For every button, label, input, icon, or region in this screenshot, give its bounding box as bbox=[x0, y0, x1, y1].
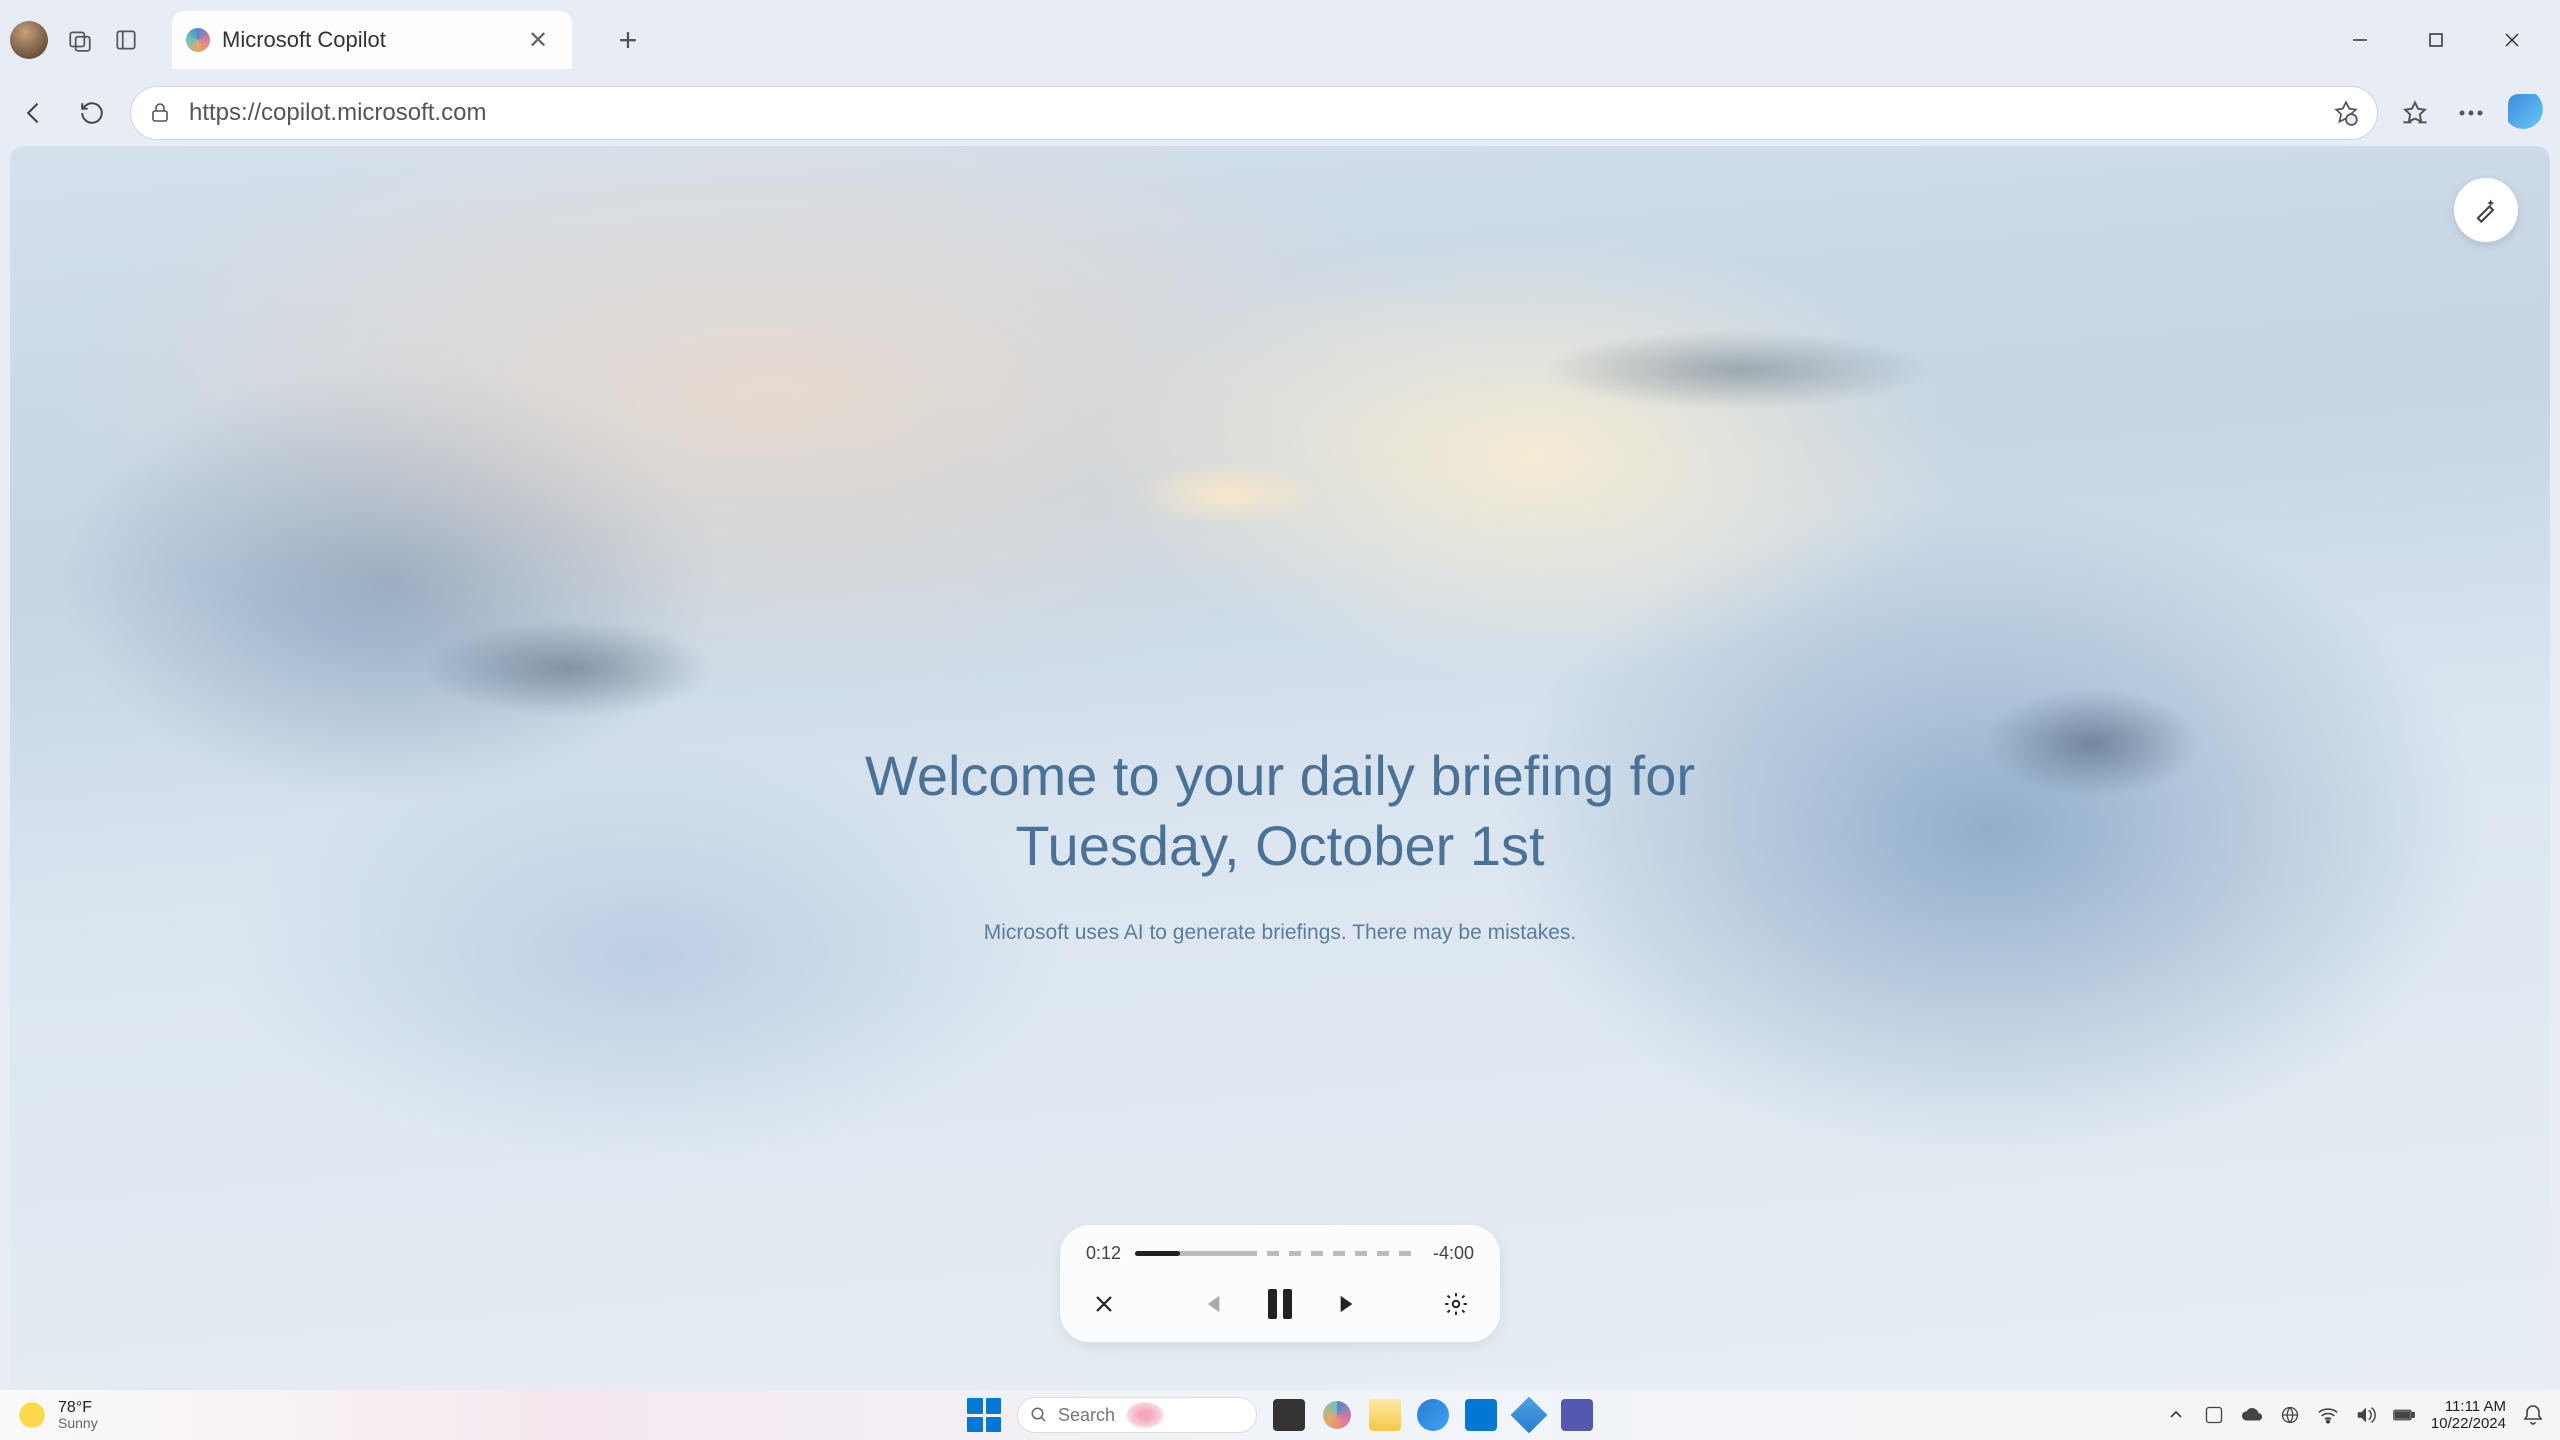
tray-app-icon[interactable] bbox=[2203, 1404, 2225, 1426]
battery-icon[interactable] bbox=[2393, 1404, 2415, 1426]
previous-button[interactable] bbox=[1192, 1286, 1228, 1322]
start-button[interactable] bbox=[967, 1398, 1001, 1432]
browser-tab[interactable]: Microsoft Copilot ✕ bbox=[172, 11, 572, 69]
hero-line1: Welcome to your daily briefing for bbox=[865, 744, 1695, 807]
edge-icon[interactable] bbox=[1417, 1399, 1449, 1431]
taskbar: 78°F Sunny Search 11:11 AM 10/22/2024 bbox=[0, 1390, 2560, 1440]
app-icon-1[interactable] bbox=[1513, 1399, 1545, 1431]
audio-player: 0:12 -4:00 bbox=[1060, 1225, 1500, 1342]
notifications-icon[interactable] bbox=[2522, 1404, 2544, 1426]
elapsed-time: 0:12 bbox=[1086, 1243, 1121, 1264]
clock[interactable]: 11:11 AM 10/22/2024 bbox=[2431, 1398, 2506, 1433]
task-view-icon[interactable] bbox=[1273, 1399, 1305, 1431]
search-highlight-icon bbox=[1125, 1401, 1165, 1429]
sun-icon bbox=[16, 1399, 48, 1431]
volume-icon[interactable] bbox=[2355, 1404, 2377, 1426]
site-info-icon[interactable] bbox=[145, 98, 175, 128]
close-tab-icon[interactable]: ✕ bbox=[524, 26, 552, 55]
new-tab-button[interactable]: + bbox=[608, 22, 648, 59]
weather-temp: 78°F bbox=[58, 1399, 98, 1417]
search-icon bbox=[1030, 1406, 1048, 1424]
system-tray: 11:11 AM 10/22/2024 bbox=[2165, 1398, 2544, 1433]
profile-avatar[interactable] bbox=[10, 21, 48, 59]
teams-icon[interactable] bbox=[1561, 1399, 1593, 1431]
hero-disclaimer: Microsoft uses AI to generate briefings.… bbox=[10, 921, 2550, 945]
maximize-button[interactable] bbox=[2418, 22, 2454, 58]
hero-heading: Welcome to your daily briefing for Tuesd… bbox=[10, 741, 2550, 881]
address-toolbar: https://copilot.microsoft.com bbox=[0, 80, 2560, 146]
onedrive-icon[interactable] bbox=[2241, 1404, 2263, 1426]
shopping-icon[interactable] bbox=[2329, 96, 2363, 130]
copilot-taskbar-icon[interactable] bbox=[1321, 1399, 1353, 1431]
file-explorer-icon[interactable] bbox=[1369, 1399, 1401, 1431]
player-settings-button[interactable] bbox=[1438, 1286, 1474, 1322]
close-window-button[interactable] bbox=[2494, 22, 2530, 58]
clock-time: 11:11 AM bbox=[2431, 1398, 2506, 1415]
weather-widget[interactable]: 78°F Sunny bbox=[16, 1399, 98, 1432]
url-text: https://copilot.microsoft.com bbox=[189, 99, 2315, 127]
progress-bar[interactable] bbox=[1135, 1251, 1419, 1256]
weather-condition: Sunny bbox=[58, 1416, 98, 1431]
next-button[interactable] bbox=[1332, 1286, 1368, 1322]
tray-chevron-icon[interactable] bbox=[2165, 1404, 2187, 1426]
tab-actions-icon[interactable] bbox=[112, 26, 140, 54]
pause-button[interactable] bbox=[1262, 1286, 1298, 1322]
menu-button[interactable] bbox=[2452, 94, 2490, 132]
taskbar-search[interactable]: Search bbox=[1017, 1397, 1257, 1433]
wifi-icon[interactable] bbox=[2317, 1404, 2339, 1426]
close-player-button[interactable] bbox=[1086, 1286, 1122, 1322]
customize-button[interactable] bbox=[2454, 178, 2518, 242]
search-placeholder: Search bbox=[1058, 1405, 1115, 1426]
hero-line2: Tuesday, October 1st bbox=[1015, 814, 1544, 877]
back-button[interactable] bbox=[14, 93, 54, 133]
minimize-button[interactable] bbox=[2342, 22, 2378, 58]
page-content: Welcome to your daily briefing for Tuesd… bbox=[10, 146, 2550, 1390]
hero-section: Welcome to your daily briefing for Tuesd… bbox=[10, 741, 2550, 945]
address-bar[interactable]: https://copilot.microsoft.com bbox=[130, 86, 2378, 140]
copilot-sidebar-button[interactable] bbox=[2508, 94, 2546, 132]
browser-titlebar: Microsoft Copilot ✕ + bbox=[0, 0, 2560, 80]
workspaces-icon[interactable] bbox=[66, 26, 94, 54]
remaining-time: -4:00 bbox=[1433, 1243, 1474, 1264]
copilot-favicon bbox=[186, 28, 210, 52]
store-icon[interactable] bbox=[1465, 1399, 1497, 1431]
tab-title: Microsoft Copilot bbox=[222, 27, 512, 53]
clock-date: 10/22/2024 bbox=[2431, 1415, 2506, 1432]
favorites-button[interactable] bbox=[2396, 94, 2434, 132]
refresh-button[interactable] bbox=[72, 93, 112, 133]
language-icon[interactable] bbox=[2279, 1404, 2301, 1426]
